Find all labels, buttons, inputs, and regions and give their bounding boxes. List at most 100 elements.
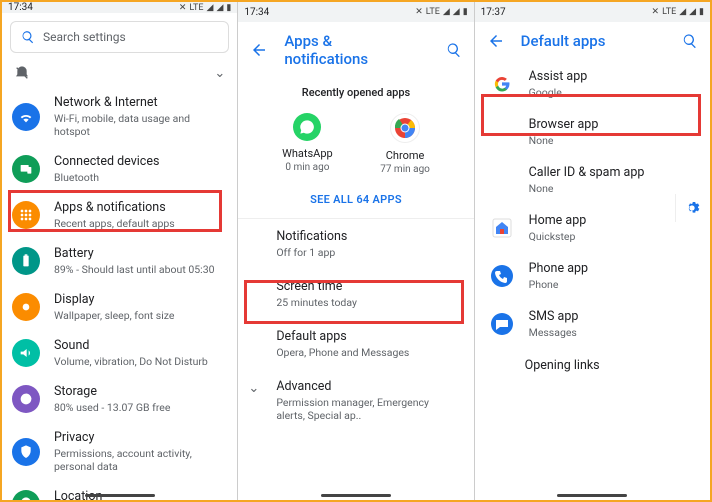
storage-icon: [12, 385, 40, 413]
row-sub: None: [529, 134, 599, 147]
row-title: Apps & notifications: [54, 200, 175, 215]
dnd-row[interactable]: ⌄: [2, 61, 237, 87]
signal-icon: ◢: [216, 3, 223, 13]
devices-icon: [12, 155, 40, 183]
row-title: Battery: [54, 246, 215, 261]
settings-row-apps[interactable]: Apps & notifications Recent apps, default…: [2, 192, 237, 238]
nav-handle[interactable]: [85, 494, 155, 497]
row-sub: None: [529, 182, 645, 195]
lte-icon: LTE: [662, 7, 676, 17]
lte-icon: LTE: [189, 3, 203, 13]
apps-panel: 17:34 ✕ LTE ◢ ◢ ▮ Apps & notifications R…: [238, 2, 474, 500]
row-title: Sound: [54, 338, 208, 353]
none-icon: [489, 119, 515, 145]
page-title: Default apps: [521, 32, 606, 50]
apps-subrow-0[interactable]: Notifications Off for 1 app: [238, 219, 473, 269]
row-sub: Opera, Phone and Messages: [276, 346, 459, 359]
sms-icon: [489, 311, 515, 337]
app-sub: 77 min ago: [380, 164, 430, 175]
default-app-row-0[interactable]: Assist appGoogle: [475, 60, 710, 108]
chevron-down-icon: ⌄: [214, 66, 225, 81]
row-title: Assist app: [529, 69, 588, 84]
signal-icon: ◢: [443, 7, 450, 17]
nav-handle[interactable]: [557, 494, 627, 497]
recent-app-whatsapp[interactable]: WhatsApp 0 min ago: [282, 113, 333, 175]
default-app-row-1[interactable]: Browser app None: [475, 108, 710, 156]
row-title: Notifications: [276, 229, 459, 244]
opening-links-row[interactable]: Opening links: [475, 348, 710, 383]
lte-icon: LTE: [426, 7, 440, 17]
row-title: Browser app: [529, 117, 599, 132]
settings-panel: 17:34 ✕ LTE ◢ ◢ ▮ Search settings ⌄ Netw…: [2, 2, 238, 500]
row-sub: Off for 1 app: [276, 246, 459, 259]
signal-icon: ◢: [207, 3, 214, 13]
search-icon[interactable]: [682, 33, 698, 49]
settings-row-privacy[interactable]: PrivacyPermissions, account activity, pe…: [2, 422, 237, 481]
nav-handle[interactable]: [321, 494, 391, 497]
settings-row-devices[interactable]: Connected devicesBluetooth: [2, 146, 237, 192]
app-bar: Default apps: [475, 22, 710, 60]
dnd-icon: [14, 65, 30, 81]
row-title: Storage: [54, 384, 170, 399]
search-icon[interactable]: [446, 42, 462, 58]
row-sub: Messages: [529, 326, 579, 339]
see-all-link[interactable]: SEE ALL 64 APPS: [238, 181, 473, 218]
default-app-row-5[interactable]: SMS app Messages: [475, 300, 710, 348]
row-title: Screen time: [276, 279, 459, 294]
status-time: 17:37: [481, 7, 506, 18]
row-sub: 25 minutes today: [276, 296, 459, 309]
battery-icon: ▮: [226, 3, 231, 13]
signal-icon: ◢: [679, 7, 686, 17]
vibrate-icon: ✕: [179, 3, 187, 13]
default-app-row-4[interactable]: Phone appPhone: [475, 252, 710, 300]
page-title: Apps & notifications: [284, 32, 413, 68]
battery-icon: ▮: [463, 7, 468, 17]
home-icon: [489, 215, 515, 241]
row-title: Advanced: [276, 379, 459, 394]
recent-app-chrome[interactable]: Chrome 77 min ago: [380, 113, 430, 175]
back-icon[interactable]: [487, 32, 505, 50]
row-sub: Recent apps, default apps: [54, 217, 175, 230]
search-icon: [21, 30, 35, 44]
settings-row-sound[interactable]: Sound Volume, vibration, Do Not Disturb: [2, 330, 237, 376]
apps-subrow-1[interactable]: Screen time 25 minutes today: [238, 269, 473, 319]
back-icon[interactable]: [250, 41, 268, 59]
row-sub: Volume, vibration, Do Not Disturb: [54, 355, 208, 368]
google-icon: [489, 71, 515, 97]
app-bar: Apps & notifications: [238, 22, 473, 78]
privacy-icon: [12, 438, 40, 466]
app-sub: 0 min ago: [285, 162, 329, 173]
opening-links-label: Opening links: [525, 358, 696, 373]
status-time: 17:34: [244, 7, 269, 18]
settings-row-battery[interactable]: Battery 89% - Should last until about 05:…: [2, 238, 237, 284]
battery-icon: [12, 247, 40, 275]
row-sub: Bluetooth: [54, 171, 159, 184]
apps-subrow-2[interactable]: Default apps Opera, Phone and Messages: [238, 319, 473, 369]
row-sub: 89% - Should last until about 05:30: [54, 263, 215, 276]
gear-icon[interactable]: [675, 194, 704, 222]
row-title: SMS app: [529, 309, 579, 324]
apps-icon: [12, 201, 40, 229]
location-icon: [12, 490, 40, 500]
row-title: Phone app: [529, 261, 588, 276]
row-sub: Wallpaper, sleep, font size: [54, 309, 174, 322]
settings-row-storage[interactable]: Storage 80% used - 13.07 GB free: [2, 376, 237, 422]
row-title: Default apps: [276, 329, 459, 344]
row-sub: 80% used - 13.07 GB free: [54, 401, 170, 414]
signal-icon: ◢: [453, 7, 460, 17]
settings-row-display[interactable]: DisplayWallpaper, sleep, font size: [2, 284, 237, 330]
apps-subrow-3[interactable]: ⌄AdvancedPermission manager, Emergency a…: [238, 369, 473, 432]
status-time: 17:34: [8, 2, 33, 13]
search-input[interactable]: Search settings: [10, 21, 229, 53]
chrome-icon: [390, 113, 420, 143]
row-title: Home app: [529, 213, 587, 228]
row-sub: Quickstep: [529, 230, 587, 243]
row-title: Caller ID & spam app: [529, 165, 645, 180]
settings-row-location[interactable]: LocationOff: [2, 481, 237, 500]
row-title: Privacy: [54, 430, 227, 445]
none-icon: [489, 167, 515, 193]
row-sub: Permission manager, Emergency alerts, Sp…: [276, 396, 459, 422]
signal-icon: ◢: [689, 7, 696, 17]
row-title: Network & Internet: [54, 95, 227, 110]
settings-row-wifi[interactable]: Network & InternetWi-Fi, mobile, data us…: [2, 87, 237, 146]
